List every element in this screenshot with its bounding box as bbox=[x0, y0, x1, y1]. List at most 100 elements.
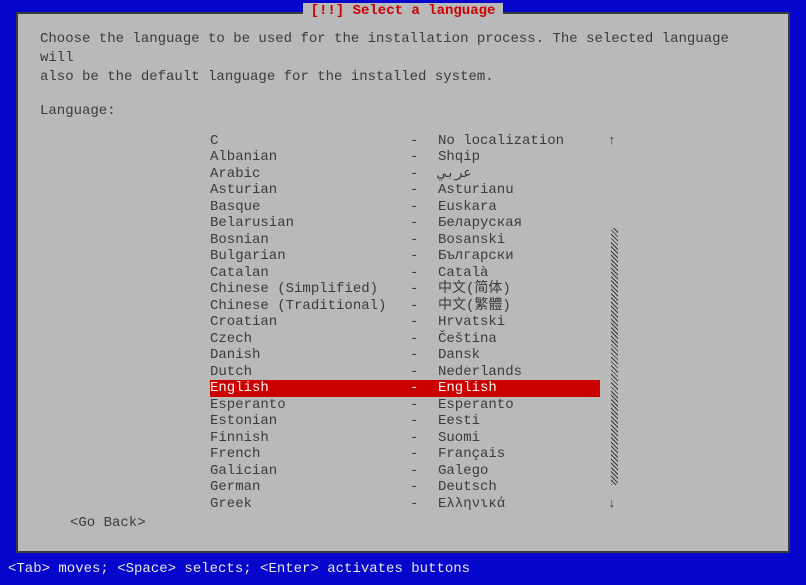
language-option[interactable]: Catalan-Català bbox=[210, 265, 600, 282]
language-native-name: English bbox=[438, 380, 600, 397]
language-option[interactable]: Esperanto-Esperanto bbox=[210, 397, 600, 414]
language-native-name: Français bbox=[438, 446, 600, 463]
language-option[interactable]: C-No localization bbox=[210, 133, 600, 150]
separator: - bbox=[410, 413, 438, 430]
language-name: Asturian bbox=[210, 182, 410, 199]
language-name: English bbox=[210, 380, 410, 397]
language-option[interactable]: Asturian-Asturianu bbox=[210, 182, 600, 199]
language-name: Belarusian bbox=[210, 215, 410, 232]
separator: - bbox=[410, 314, 438, 331]
language-option[interactable]: Estonian-Eesti bbox=[210, 413, 600, 430]
separator: - bbox=[410, 248, 438, 265]
scroll-thumb[interactable] bbox=[611, 228, 618, 485]
language-option[interactable]: Greek-Ελληνικά bbox=[210, 496, 600, 513]
language-list[interactable]: C-No localizationAlbanian-ShqipArabic-عر… bbox=[210, 133, 600, 513]
language-option[interactable]: German-Deutsch bbox=[210, 479, 600, 496]
language-name: C bbox=[210, 133, 410, 150]
separator: - bbox=[410, 380, 438, 397]
language-native-name: Suomi bbox=[438, 430, 600, 447]
separator: - bbox=[410, 430, 438, 447]
separator: - bbox=[410, 347, 438, 364]
language-option[interactable]: Bulgarian-Български bbox=[210, 248, 600, 265]
language-option[interactable]: Bosnian-Bosanski bbox=[210, 232, 600, 249]
language-option[interactable]: Finnish-Suomi bbox=[210, 430, 600, 447]
separator: - bbox=[410, 133, 438, 150]
language-native-name: Hrvatski bbox=[438, 314, 600, 331]
language-name: French bbox=[210, 446, 410, 463]
go-back-button[interactable]: <Go Back> bbox=[70, 515, 146, 531]
language-name: Croatian bbox=[210, 314, 410, 331]
dialog-title-row: [!!] Select a language bbox=[18, 3, 788, 19]
language-name: Estonian bbox=[210, 413, 410, 430]
language-name: Czech bbox=[210, 331, 410, 348]
separator: - bbox=[410, 215, 438, 232]
language-name: Esperanto bbox=[210, 397, 410, 414]
language-option[interactable]: Arabic-عربي bbox=[210, 166, 600, 183]
language-option[interactable]: Albanian-Shqip bbox=[210, 149, 600, 166]
language-native-name: Euskara bbox=[438, 199, 600, 216]
language-option[interactable]: Czech-Čeština bbox=[210, 331, 600, 348]
language-native-name: Dansk bbox=[438, 347, 600, 364]
language-native-name: Nederlands bbox=[438, 364, 600, 381]
separator: - bbox=[410, 331, 438, 348]
separator: - bbox=[410, 199, 438, 216]
language-native-name: Esperanto bbox=[438, 397, 600, 414]
language-name: Arabic bbox=[210, 166, 410, 183]
key-hint-bar: <Tab> moves; <Space> selects; <Enter> ac… bbox=[8, 561, 470, 577]
language-option[interactable]: Chinese (Simplified)-中文(简体) bbox=[210, 281, 600, 298]
language-name: Chinese (Traditional) bbox=[210, 298, 410, 315]
separator: - bbox=[410, 166, 438, 183]
language-native-name: Čeština bbox=[438, 331, 600, 348]
separator: - bbox=[410, 446, 438, 463]
language-native-name: عربي bbox=[438, 166, 600, 183]
language-native-name: Asturianu bbox=[438, 182, 600, 199]
language-native-name: Shqip bbox=[438, 149, 600, 166]
language-native-name: Eesti bbox=[438, 413, 600, 430]
language-name: German bbox=[210, 479, 410, 496]
separator: - bbox=[410, 496, 438, 513]
language-name: Chinese (Simplified) bbox=[210, 281, 410, 298]
separator: - bbox=[410, 463, 438, 480]
scroll-up-arrow-icon[interactable]: ↑ bbox=[608, 133, 616, 149]
language-native-name: No localization bbox=[438, 133, 600, 150]
language-native-name: Беларуская bbox=[438, 215, 600, 232]
separator: - bbox=[410, 281, 438, 298]
language-native-name: Bosanski bbox=[438, 232, 600, 249]
separator: - bbox=[410, 149, 438, 166]
language-native-name: Deutsch bbox=[438, 479, 600, 496]
language-name: Greek bbox=[210, 496, 410, 513]
language-option[interactable]: Galician-Galego bbox=[210, 463, 600, 480]
separator: - bbox=[410, 265, 438, 282]
language-name: Bulgarian bbox=[210, 248, 410, 265]
language-option[interactable]: Croatian-Hrvatski bbox=[210, 314, 600, 331]
dialog-window: [!!] Select a language Choose the langua… bbox=[16, 12, 790, 553]
instruction-text: Choose the language to be used for the i… bbox=[40, 30, 766, 87]
language-name: Danish bbox=[210, 347, 410, 364]
language-option[interactable]: Chinese (Traditional)-中文(繁體) bbox=[210, 298, 600, 315]
language-option[interactable]: French-Français bbox=[210, 446, 600, 463]
language-name: Dutch bbox=[210, 364, 410, 381]
language-name: Catalan bbox=[210, 265, 410, 282]
language-name: Galician bbox=[210, 463, 410, 480]
field-label-language: Language: bbox=[40, 103, 766, 119]
separator: - bbox=[410, 182, 438, 199]
separator: - bbox=[410, 364, 438, 381]
separator: - bbox=[410, 298, 438, 315]
language-name: Bosnian bbox=[210, 232, 410, 249]
language-name: Finnish bbox=[210, 430, 410, 447]
language-name: Basque bbox=[210, 199, 410, 216]
language-native-name: 中文(简体) bbox=[438, 281, 600, 298]
language-native-name: 中文(繁體) bbox=[438, 298, 600, 315]
language-option[interactable]: Dutch-Nederlands bbox=[210, 364, 600, 381]
language-option[interactable]: Basque-Euskara bbox=[210, 199, 600, 216]
separator: - bbox=[410, 397, 438, 414]
separator: - bbox=[410, 232, 438, 249]
language-native-name: Български bbox=[438, 248, 600, 265]
language-option[interactable]: Belarusian-Беларуская bbox=[210, 215, 600, 232]
language-native-name: Català bbox=[438, 265, 600, 282]
scroll-down-arrow-icon[interactable]: ↓ bbox=[608, 496, 616, 512]
language-option[interactable]: English-English bbox=[210, 380, 600, 397]
language-native-name: Ελληνικά bbox=[438, 496, 600, 513]
language-option[interactable]: Danish-Dansk bbox=[210, 347, 600, 364]
scrollbar[interactable]: ↑ ↓ bbox=[610, 133, 620, 513]
